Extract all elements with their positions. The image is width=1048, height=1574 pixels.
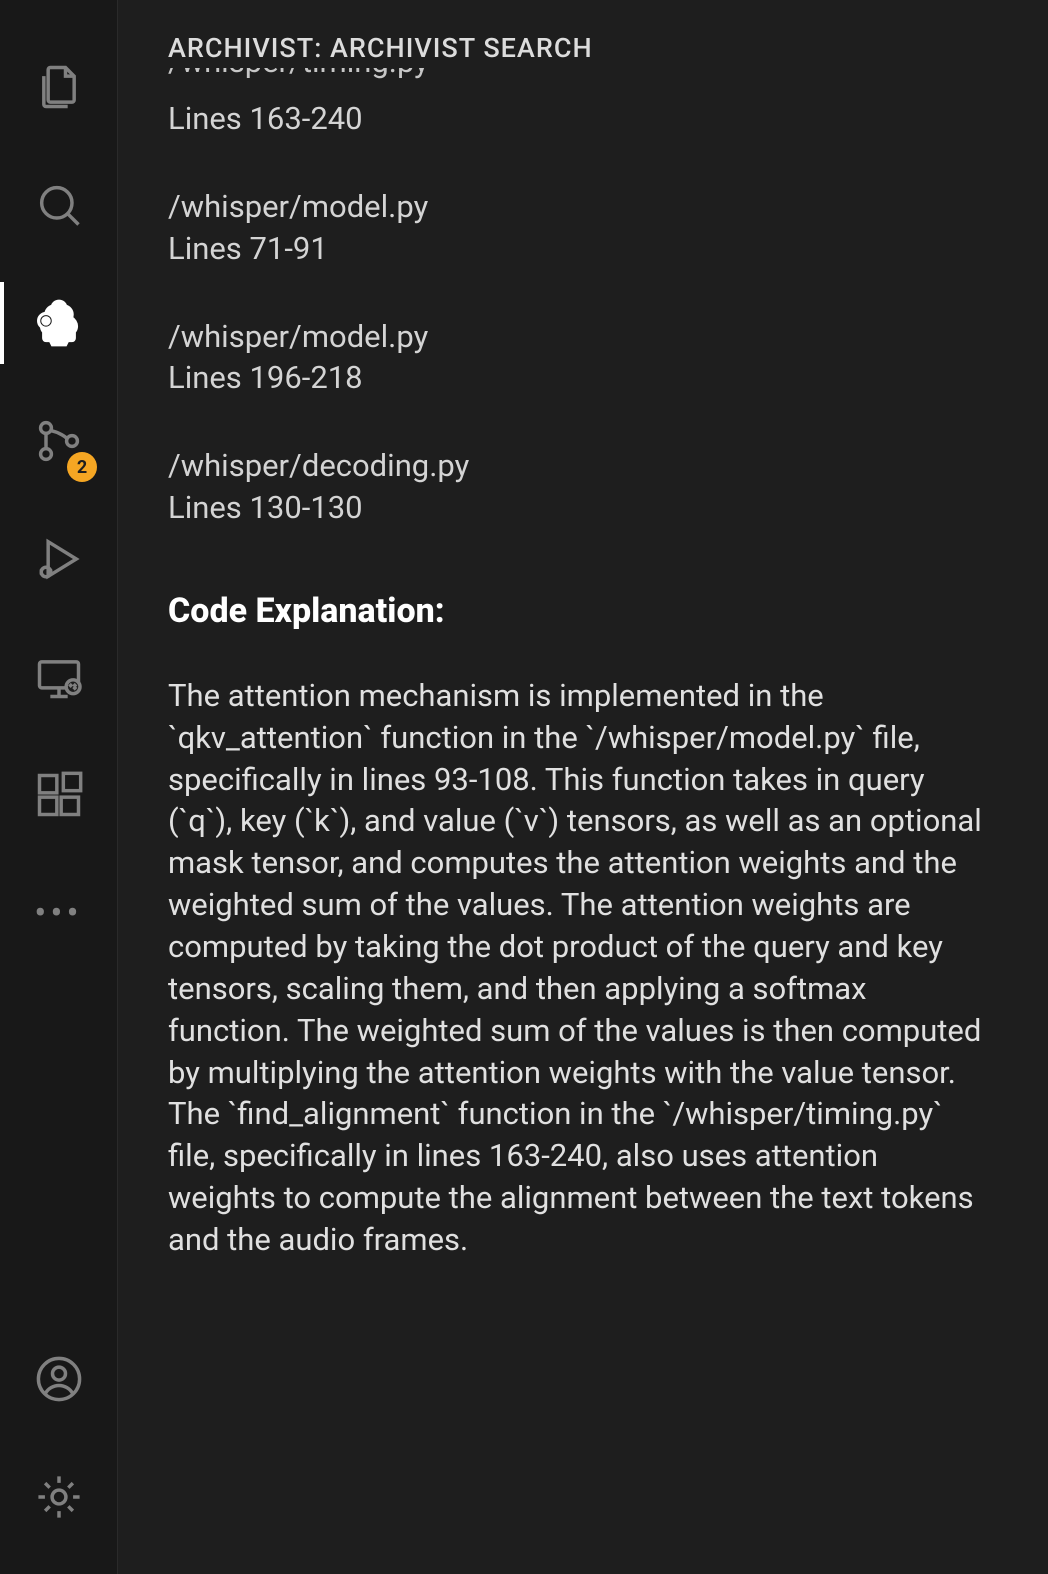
archivist-panel: ARCHIVIST: ARCHIVIST SEARCH /whisper/tim… [118, 0, 1048, 1574]
result-lines: Lines 71-91 [168, 228, 998, 270]
more-actions[interactable]: ••• [0, 854, 117, 972]
section-heading: Code Explanation: [168, 591, 998, 631]
search-result[interactable]: /whisper/model.py Lines 71-91 [168, 186, 998, 270]
files-icon [33, 61, 85, 113]
ellipsis-icon: ••• [34, 892, 82, 934]
gear-icon [33, 1471, 85, 1523]
extensions-tab[interactable] [0, 736, 117, 854]
extensions-icon [33, 769, 85, 821]
search-result[interactable]: /whisper/model.py Lines 196-218 [168, 316, 998, 400]
account-icon [33, 1353, 85, 1405]
explanation-text: The attention mechanism is implemented i… [168, 675, 988, 1261]
result-path: /whisper/model.py [168, 316, 998, 358]
result-lines: Lines 130-130 [168, 487, 998, 529]
explorer-tab[interactable] [0, 28, 117, 146]
source-control-badge: 2 [67, 452, 97, 482]
archivist-tab[interactable] [0, 264, 117, 382]
settings-button[interactable] [0, 1438, 117, 1556]
result-lines: Lines 196-218 [168, 357, 998, 399]
remote-explorer-tab[interactable] [0, 618, 117, 736]
search-icon [33, 179, 85, 231]
remote-icon [33, 651, 85, 703]
result-path: /whisper/model.py [168, 186, 998, 228]
result-lines: Lines 163-240 [168, 98, 998, 140]
truncated-result-path: /whisper/timing.py [168, 68, 998, 96]
search-result[interactable]: /whisper/decoding.py Lines 130-130 [168, 445, 998, 529]
search-tab[interactable] [0, 146, 117, 264]
source-control-tab[interactable]: 2 [0, 382, 117, 500]
archivist-icon [33, 297, 85, 349]
run-debug-tab[interactable] [0, 500, 117, 618]
accounts-button[interactable] [0, 1320, 117, 1438]
result-path: /whisper/decoding.py [168, 445, 998, 487]
play-bug-icon [33, 533, 85, 585]
activity-bar: 2 ••• [0, 0, 118, 1574]
search-result[interactable]: Lines 163-240 [168, 98, 998, 140]
panel-title: ARCHIVIST: ARCHIVIST SEARCH [168, 32, 998, 64]
